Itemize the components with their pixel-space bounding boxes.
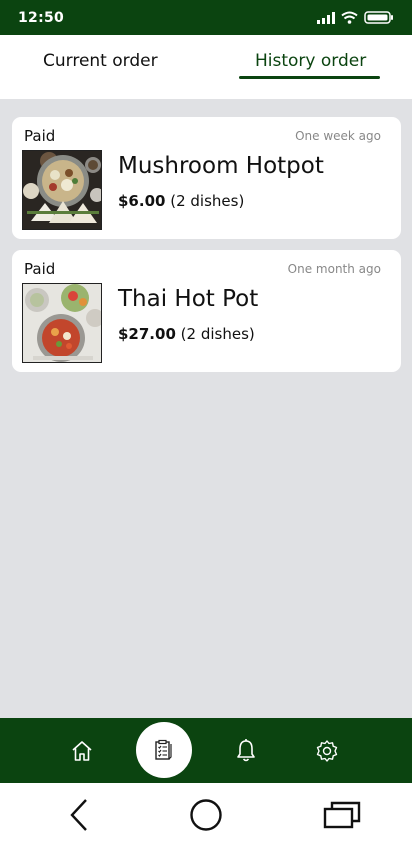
wifi-icon xyxy=(341,11,358,24)
nav-settings-button[interactable] xyxy=(314,738,340,764)
nav-orders-button[interactable] xyxy=(136,722,192,778)
order-price-line: $27.00 (2 dishes) xyxy=(118,325,255,343)
nav-notifications-button[interactable] xyxy=(233,738,259,764)
order-thumbnail xyxy=(22,283,102,363)
status-bar: 12:50 xyxy=(0,0,412,35)
order-title: Thai Hot Pot xyxy=(118,286,259,312)
bell-icon xyxy=(237,739,255,762)
status-time: 12:50 xyxy=(18,9,65,26)
order-time: One week ago xyxy=(295,129,381,143)
system-home-button[interactable] xyxy=(188,797,224,833)
order-dish-count: (2 dishes) xyxy=(170,192,245,210)
nav-home-button[interactable] xyxy=(69,738,95,764)
system-recent-apps-button[interactable] xyxy=(322,797,362,833)
bottom-nav xyxy=(0,718,412,783)
status-icons xyxy=(317,11,394,24)
home-circle-icon xyxy=(190,799,222,831)
order-thumbnail xyxy=(22,150,102,230)
order-status: Paid xyxy=(24,260,56,278)
battery-icon xyxy=(364,11,393,24)
order-list-icon xyxy=(155,739,172,760)
order-status: Paid xyxy=(24,127,56,145)
order-price: $27.00 xyxy=(118,325,176,343)
gear-icon xyxy=(316,740,338,762)
tab-active-underline xyxy=(239,76,380,79)
back-icon xyxy=(70,799,87,831)
order-price-line: $6.00 (2 dishes) xyxy=(118,192,244,210)
recent-apps-icon xyxy=(323,801,361,829)
order-card-mushroom-hotpot[interactable]: Paid One week ago Mushroom Hotpot $6.00 … xyxy=(12,117,401,239)
home-icon xyxy=(72,741,92,761)
order-time: One month ago xyxy=(287,262,381,276)
system-back-button[interactable] xyxy=(64,797,94,833)
thai-hot-pot-image xyxy=(23,284,101,362)
order-price: $6.00 xyxy=(118,192,166,210)
order-dish-count: (2 dishes) xyxy=(180,325,255,343)
order-title: Mushroom Hotpot xyxy=(118,153,324,179)
order-tabs: Current order History order xyxy=(0,35,412,99)
order-card-thai-hot-pot[interactable]: Paid One month ago Thai Hot Pot $27.00 (… xyxy=(12,250,401,372)
tab-current-order[interactable]: Current order xyxy=(43,51,158,71)
system-nav-bar xyxy=(0,783,412,847)
tab-history-order[interactable]: History order xyxy=(255,51,366,71)
mushroom-hotpot-image xyxy=(23,151,101,229)
signal-icon xyxy=(317,11,335,24)
